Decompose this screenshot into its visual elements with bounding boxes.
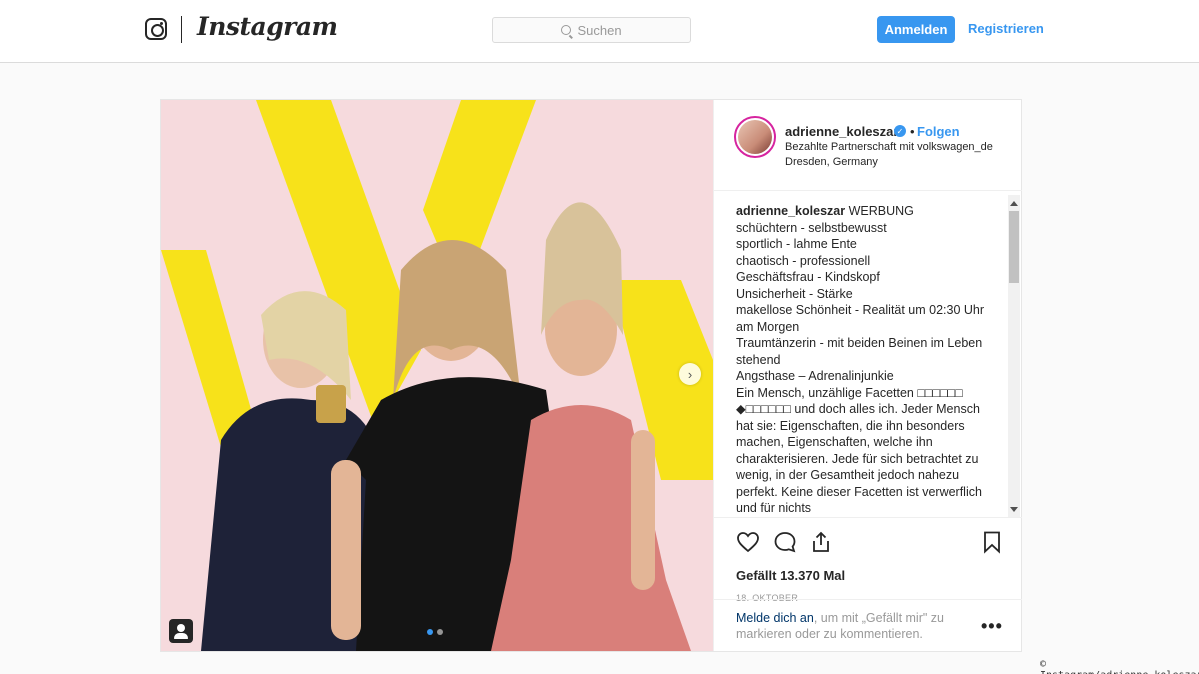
caption-username[interactable]: adrienne_koleszar [736, 204, 845, 218]
avatar[interactable] [734, 116, 776, 158]
register-link[interactable]: Registrieren [968, 21, 1044, 36]
caption-line: WERBUNG [848, 204, 914, 218]
caption-line: Ein Mensch, unzählige Facetten □□□□□□ ◆□… [736, 385, 982, 516]
carousel-dot [427, 629, 433, 635]
post-header: adrienne_koleszar ✓ • Folgen Bezahlte Pa… [714, 100, 1022, 190]
caption-line: sportlich - lahme Ente [736, 237, 857, 251]
heart-icon[interactable] [736, 530, 760, 554]
caption-scroll-area[interactable]: adrienne_koleszar WERBUNG schüchtern - s… [714, 190, 1022, 517]
scroll-down-arrow-icon[interactable] [1010, 507, 1018, 512]
caption-line: Traumtänzerin - mit beiden Beinen im Leb… [736, 336, 983, 367]
avatar-image [738, 120, 772, 154]
login-prompt-text: Melde dich an, um mit „Gefällt mir" zu m… [736, 610, 966, 642]
post-photo-illustration [161, 100, 713, 651]
follow-button[interactable]: Folgen [917, 124, 960, 139]
caption-line: Unsicherheit - Stärke [736, 286, 853, 301]
logo-divider [181, 16, 182, 43]
like-count[interactable]: Gefällt 13.370 Mal [736, 568, 845, 583]
caption: adrienne_koleszar WERBUNG schüchtern - s… [736, 203, 986, 517]
top-nav: Instagram Suchen Anmelden Registrieren [0, 0, 1199, 63]
login-link[interactable]: Melde dich an [736, 611, 814, 625]
caption-scrollbar[interactable] [1008, 195, 1020, 517]
username-link[interactable]: adrienne_koleszar [785, 124, 898, 139]
partnership-label: Bezahlte Partnerschaft mit [785, 141, 915, 153]
more-options-icon[interactable]: ••• [981, 616, 1003, 637]
scroll-up-arrow-icon[interactable] [1010, 201, 1018, 206]
post-image[interactable]: › [161, 100, 713, 651]
caption-line: Angsthase – Adrenalinjunkie [736, 369, 894, 383]
post-card: › adrienne_koleszar ✓ • Folgen Bezahlte … [160, 99, 1022, 652]
carousel-dot [437, 629, 443, 635]
comment-icon[interactable] [773, 530, 797, 554]
caption-line: schüchtern - selbstbewusst [736, 220, 887, 235]
post-sidebar: adrienne_koleszar ✓ • Folgen Bezahlte Pa… [713, 100, 1022, 651]
search-placeholder: Suchen [577, 22, 622, 38]
location-link[interactable]: Dresden, Germany [785, 156, 878, 168]
chevron-right-icon[interactable]: › [679, 363, 701, 385]
image-credit: © Instagram/adrienne_koleszar [1040, 659, 1199, 674]
search-icon [561, 25, 572, 35]
scroll-thumb[interactable] [1009, 211, 1019, 283]
search-input[interactable]: Suchen [492, 17, 691, 43]
user-tag-icon[interactable] [169, 619, 193, 643]
bookmark-icon[interactable] [980, 530, 1004, 554]
caption-line: makellose Schönheit - Realität um 02:30 … [736, 303, 985, 334]
login-button[interactable]: Anmelden [877, 16, 955, 43]
share-icon[interactable] [809, 530, 833, 554]
caption-line: chaotisch - professionell [736, 253, 871, 268]
verified-badge-icon: ✓ [894, 125, 906, 137]
carousel-dots [427, 629, 443, 635]
instagram-glyph-icon[interactable] [145, 18, 167, 40]
partner-link[interactable]: volkswagen_de [917, 141, 993, 153]
paid-partnership: Bezahlte Partnerschaft mit volkswagen_de [785, 141, 993, 153]
instagram-wordmark[interactable]: Instagram [197, 12, 338, 41]
login-prompt: Melde dich an, um mit „Gefällt mir" zu m… [714, 599, 1022, 651]
caption-line: Geschäftsfrau - Kindskopf [736, 270, 880, 284]
separator-dot: • [910, 124, 915, 139]
